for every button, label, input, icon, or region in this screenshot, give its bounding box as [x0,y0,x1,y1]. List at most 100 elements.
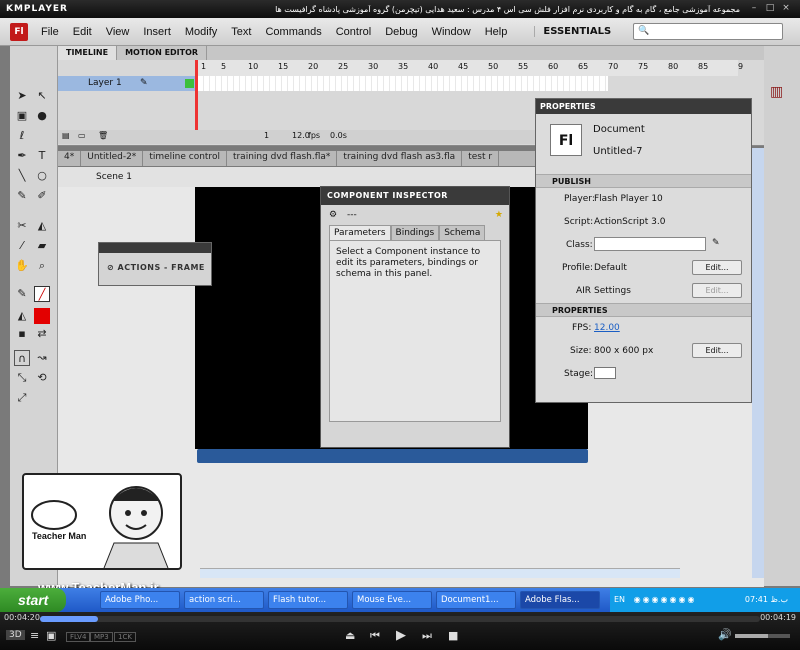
smooth-icon[interactable]: ↝ [34,350,50,366]
layer-name[interactable]: Layer 1 [88,78,122,88]
hand-tool-icon[interactable]: ✋ [14,258,30,274]
taskbar-item[interactable]: Mouse Eve... [352,591,432,609]
publish-section[interactable]: PUBLISH [536,174,751,188]
menu-insert[interactable]: Insert [136,26,178,38]
actions-panel-title[interactable]: ACTIONS - FRAME [118,263,205,272]
taskbar-item[interactable]: Adobe Flas... [520,591,600,609]
horizontal-scrollbar[interactable] [200,568,680,578]
kmplayer-logo[interactable]: KMPLAYER [0,4,68,14]
menu-text[interactable]: Text [224,26,258,38]
swap-colors-icon[interactable]: ⇄ [34,326,50,342]
eraser-icon[interactable]: ▰ [34,238,50,254]
new-folder-icon[interactable]: ▭ [78,131,86,140]
layer-row[interactable]: Layer 1 ✎ [58,76,198,91]
text-tool-icon[interactable]: T [34,148,50,164]
frame-grid[interactable] [198,76,608,91]
properties-title[interactable]: PROPERTIES [536,99,751,114]
maximize-icon[interactable]: □ [764,2,776,14]
delete-layer-icon[interactable]: 🗑 [98,131,108,140]
subselection-tool-icon[interactable]: ↖ [34,88,50,104]
stroke-color-swatch[interactable]: ╱ [34,286,50,302]
previous-icon[interactable]: ⏮ [370,629,380,643]
pencil-icon[interactable]: ✎ [712,238,720,248]
doc-tab[interactable]: training dvd flash.fla* [227,151,338,166]
stroke-color-icon[interactable]: ✎ [14,286,30,302]
menu-window[interactable]: Window [425,26,478,38]
seek-bar[interactable] [40,616,760,622]
next-icon[interactable]: ⏭ [422,629,432,643]
expand-icon[interactable]: ⊘ [107,263,118,272]
brush-icon[interactable]: ✐ [34,188,50,204]
component-inspector-title[interactable]: COMPONENT INSPECTOR [321,187,509,205]
vertical-scrollbar[interactable] [752,148,764,578]
doc-tab[interactable]: training dvd flash as3.fla [337,151,463,166]
fill-color-icon[interactable]: ◭ [14,308,30,324]
selection-tool-icon[interactable]: ➤ [14,88,30,104]
oval-tool-icon[interactable]: ○ [34,168,50,184]
stage-color-swatch[interactable] [594,367,616,379]
3d-icon[interactable]: 3D [6,630,25,640]
tab-timeline[interactable]: TIMELINE [58,46,118,60]
zoom-tool-icon[interactable]: ⌕ [34,258,50,274]
pen-tool-icon[interactable]: ✒ [14,148,30,164]
menu-view[interactable]: View [99,26,137,38]
frame-ruler[interactable]: 1 5 10 15 20 25 30 35 40 45 50 55 60 65 … [198,60,743,76]
menu-help[interactable]: Help [478,26,515,38]
tray-icons[interactable]: ◉◉◉◉◉◉◉ [634,595,697,604]
free-transform-icon[interactable]: ▣ [14,108,30,124]
menu-modify[interactable]: Modify [178,26,224,38]
menu-control[interactable]: Control [329,26,378,38]
paint-bucket-icon[interactable]: ◭ [34,218,50,234]
menu-commands[interactable]: Commands [258,26,328,38]
pencil-icon[interactable]: ✎ [14,188,30,204]
class-field[interactable] [594,237,706,251]
language-indicator[interactable]: EN [614,595,625,604]
tab-schema[interactable]: Schema [439,225,486,240]
play-icon[interactable]: ▶ [396,628,406,643]
volume-icon[interactable]: 🔊 [718,628,732,641]
layer-outline-color-icon[interactable] [185,79,194,88]
start-button[interactable]: start [0,588,66,612]
default-colors-icon[interactable]: ▪ [14,326,30,342]
bone-tool-icon[interactable]: ✂ [14,218,30,234]
tab-bindings[interactable]: Bindings [390,225,440,240]
properties-section[interactable]: PROPERTIES [536,303,751,317]
scale-icon[interactable]: ⤢ [14,390,30,406]
tab-motion-editor[interactable]: MOTION EDITOR [117,46,208,60]
stop-icon[interactable]: ■ [448,629,458,642]
taskbar-item[interactable]: Flash tutor... [268,591,348,609]
new-layer-icon[interactable]: ▤ [62,131,70,140]
size-edit-button[interactable]: Edit... [692,343,742,358]
taskbar-item[interactable]: action scri... [184,591,264,609]
clock[interactable]: 07:41 ب.ظ [745,588,800,612]
doc-tab[interactable]: Untitled-2* [81,151,144,166]
menu-file[interactable]: File [34,26,66,38]
playhead[interactable] [195,60,198,140]
doc-tab[interactable]: test r [462,151,500,166]
fill-color-swatch[interactable] [34,308,50,324]
volume-slider[interactable] [735,634,790,638]
doc-tab[interactable]: 4* [58,151,82,166]
menu-icon[interactable]: ≡ [30,629,39,642]
scene-label[interactable]: Scene 1 [96,172,132,182]
taskbar-item[interactable]: Document1... [436,591,516,609]
profile-edit-button[interactable]: Edit... [692,260,742,275]
settings-icon[interactable]: ▣ [46,629,56,642]
rotate-icon[interactable]: ⟲ [34,370,50,386]
flash-app-icon[interactable]: Fl [10,22,28,41]
eject-icon[interactable]: ⏏ [345,629,355,642]
taskbar-item[interactable]: Adobe Pho... [100,591,180,609]
air-edit-button[interactable]: Edit... [692,283,742,298]
search-input[interactable]: 🔍 [633,23,784,40]
stage-scrollbar[interactable] [197,449,588,463]
doc-tab[interactable]: timeline control [143,151,227,166]
workspace-switcher[interactable]: ESSENTIALS [534,26,619,37]
tab-parameters[interactable]: Parameters [329,225,391,240]
straighten-icon[interactable]: ⤡ [14,370,30,386]
lasso-icon[interactable]: ℓ [14,128,30,144]
snap-magnet-icon[interactable]: ∩ [14,350,30,366]
panel-header[interactable] [99,243,211,253]
fps-value[interactable]: 12.00 [594,323,620,333]
star-icon[interactable]: ★ [495,205,503,225]
menu-edit[interactable]: Edit [66,26,99,38]
